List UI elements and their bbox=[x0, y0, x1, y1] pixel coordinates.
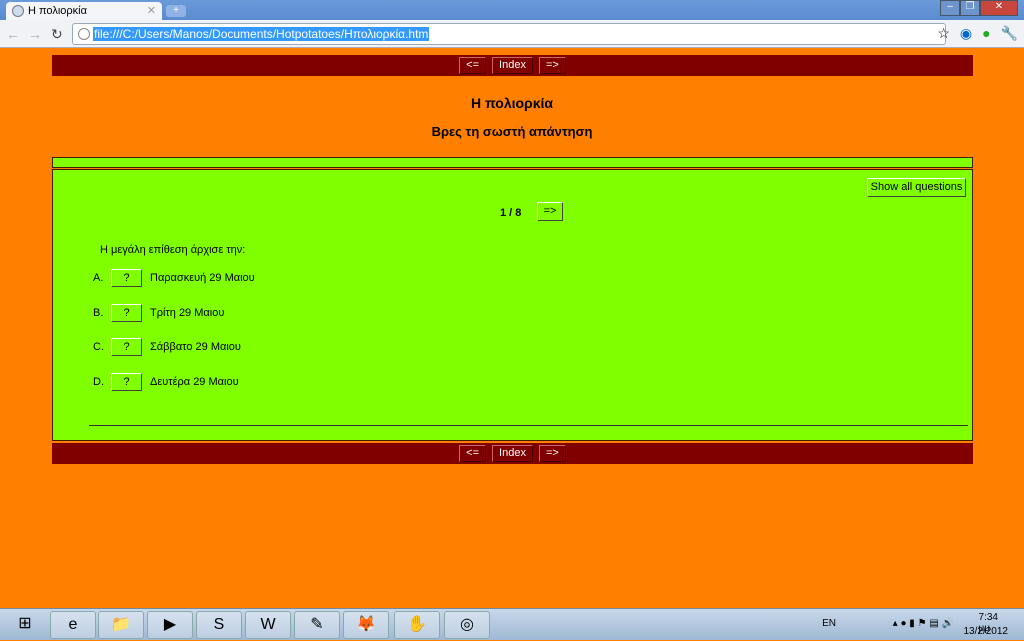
option-c: C.? Σάββατο 29 Μαιου bbox=[93, 338, 241, 356]
option-letter: C. bbox=[93, 341, 104, 353]
option-b: B.? Τρίτη 29 Μαιου bbox=[93, 304, 224, 322]
chrome-icon[interactable]: ◎ bbox=[444, 611, 490, 639]
word-icon[interactable]: W bbox=[245, 611, 291, 639]
minimize-button[interactable]: – bbox=[940, 0, 960, 16]
index-button[interactable]: Index bbox=[492, 445, 533, 462]
answer-button[interactable]: ? bbox=[111, 338, 142, 356]
ie-icon[interactable]: e bbox=[50, 611, 96, 639]
extension-icon[interactable]: ◉ bbox=[960, 25, 972, 42]
answer-button[interactable]: ? bbox=[111, 373, 142, 391]
prev-button[interactable]: <= bbox=[459, 445, 487, 462]
browser-tab[interactable]: Η πολιορκία ✕ bbox=[6, 2, 162, 21]
skype-icon[interactable]: S bbox=[196, 611, 242, 639]
media-player-icon[interactable]: ▶ bbox=[147, 611, 193, 639]
reload-icon[interactable]: ↻ bbox=[51, 26, 63, 43]
close-tab-icon[interactable]: ✕ bbox=[147, 4, 156, 17]
option-a: A.? Παρασκευή 29 Μαιου bbox=[93, 269, 255, 287]
option-letter: D. bbox=[93, 376, 104, 388]
new-tab-button[interactable]: + bbox=[166, 5, 186, 17]
option-text: Σάββατο 29 Μαιου bbox=[150, 341, 241, 353]
app-icon[interactable]: ✋ bbox=[394, 611, 440, 639]
tray-icons[interactable]: ▴ ● ▮ ⚑ ▤ 🔊 bbox=[893, 618, 954, 629]
address-bar[interactable]: file:///C:/Users/Manos/Documents/Hotpota… bbox=[72, 23, 946, 45]
next-button[interactable]: => bbox=[538, 445, 566, 462]
option-letter: A. bbox=[93, 272, 104, 284]
next-question-button[interactable]: => bbox=[537, 202, 563, 221]
page-icon bbox=[78, 28, 90, 40]
divider-line bbox=[89, 425, 968, 426]
question-counter: 1 / 8 bbox=[500, 207, 522, 219]
forward-icon[interactable]: → bbox=[28, 26, 42, 42]
taskbar: ⊞ e 📁 ▶ S W ✎ 🦊 ✋ ◎ EN ▴ ● ▮ ⚑ ▤ 🔊 7:34 … bbox=[0, 608, 1024, 640]
browser-toolbar: ← → ↻ file:///C:/Users/Manos/Documents/H… bbox=[0, 20, 1024, 48]
answer-button[interactable]: ? bbox=[111, 304, 142, 322]
option-text: Δευτέρα 29 Μαιου bbox=[150, 376, 239, 388]
language-indicator[interactable]: EN bbox=[822, 618, 836, 629]
browser-titlebar: Η πολιορκία ✕ + – ❐ ✕ bbox=[0, 0, 1024, 21]
firefox-icon[interactable]: 🦊 bbox=[343, 611, 389, 639]
show-all-questions-button[interactable]: Show all questions bbox=[867, 178, 966, 197]
divider-strip bbox=[52, 157, 973, 168]
tab-title: Η πολιορκία bbox=[28, 5, 87, 17]
prev-button[interactable]: <= bbox=[459, 57, 487, 74]
next-button[interactable]: => bbox=[538, 57, 566, 74]
star-icon[interactable]: ☆ bbox=[937, 25, 950, 42]
back-icon[interactable]: ← bbox=[6, 26, 20, 42]
option-text: Παρασκευή 29 Μαιου bbox=[150, 272, 255, 284]
clock-date[interactable]: 13/2/2012 bbox=[964, 626, 1009, 637]
start-button-icon[interactable]: ⊞ bbox=[2, 611, 48, 639]
maximize-button[interactable]: ❐ bbox=[960, 0, 980, 16]
index-button[interactable]: Index bbox=[492, 57, 533, 74]
question-text: Η μεγάλη επίθεση άρχισε την: bbox=[100, 244, 246, 256]
globe-icon bbox=[12, 5, 24, 17]
url-text[interactable]: file:///C:/Users/Manos/Documents/Hotpota… bbox=[93, 27, 430, 41]
option-letter: B. bbox=[93, 307, 104, 319]
folder-icon[interactable]: 📁 bbox=[98, 611, 144, 639]
page-subtitle: Βρες τη σωστή απάντηση bbox=[431, 124, 593, 139]
top-navbar: <= Index => bbox=[52, 55, 973, 76]
bottom-navbar: <= Index => bbox=[52, 443, 973, 464]
answer-button[interactable]: ? bbox=[111, 269, 142, 287]
option-d: D.? Δευτέρα 29 Μαιου bbox=[93, 373, 239, 391]
page-title: Η πολιορκία bbox=[470, 95, 554, 111]
close-window-button[interactable]: ✕ bbox=[980, 0, 1018, 16]
hotpotatoes-icon[interactable]: ✎ bbox=[294, 611, 340, 639]
quiz-panel: Show all questions 1 / 8 => Η μεγάλη επί… bbox=[52, 169, 973, 441]
extension-icon-2[interactable]: ● bbox=[982, 25, 990, 42]
option-text: Τρίτη 29 Μαιου bbox=[150, 307, 225, 319]
wrench-icon[interactable]: 🔧 bbox=[1001, 25, 1018, 42]
